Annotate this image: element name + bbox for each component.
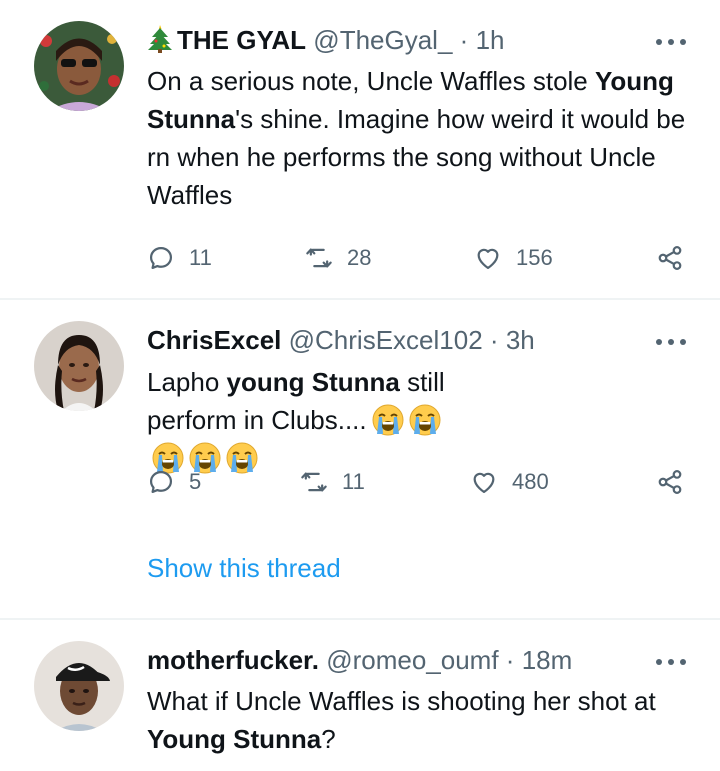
author-name[interactable]: THE GYAL xyxy=(177,25,306,55)
author-name[interactable]: ChrisExcel xyxy=(147,325,281,355)
tweet-header: THE GYAL @TheGyal_ · 1h xyxy=(147,24,504,56)
tweet-actions: 5 11 480 xyxy=(0,462,720,502)
text-segment: ? xyxy=(321,724,336,754)
timestamp[interactable]: 18m xyxy=(522,645,573,675)
separator-dot: · xyxy=(505,645,515,675)
author-handle[interactable]: @romeo_oumf xyxy=(326,645,498,675)
text-segment: On a serious note, Uncle Waffles stole xyxy=(147,66,595,96)
share-icon xyxy=(658,470,682,494)
like-button[interactable]: 480 xyxy=(470,462,549,502)
tweet-text: Lapho young Stunna still perform in Club… xyxy=(147,363,477,477)
avatar[interactable] xyxy=(34,321,124,411)
text-segment: What if Uncle Waffles is shooting her sh… xyxy=(147,686,656,716)
mention-bold: Young Stunna xyxy=(147,724,322,754)
tweet-1[interactable]: THE GYAL @TheGyal_ · 1h On a serious not… xyxy=(0,0,720,298)
tweet-actions: 11 28 156 xyxy=(0,238,720,278)
retweet-button[interactable]: 28 xyxy=(305,238,371,278)
retweet-count: 11 xyxy=(342,469,365,494)
loudly-crying-face-icon xyxy=(409,404,441,436)
reply-count: 11 xyxy=(189,245,212,270)
reply-icon xyxy=(149,246,173,270)
reply-count: 5 xyxy=(189,469,202,494)
timestamp[interactable]: 3h xyxy=(506,325,535,355)
share-icon xyxy=(658,246,682,270)
avatar[interactable] xyxy=(34,641,124,731)
author-handle[interactable]: @TheGyal_ xyxy=(313,25,452,55)
more-icon[interactable] xyxy=(654,656,688,668)
retweet-icon xyxy=(301,472,327,492)
reply-button[interactable]: 11 xyxy=(147,238,212,278)
tweet-2[interactable]: ChrisExcel @ChrisExcel102 · 3h Lapho you… xyxy=(0,300,720,618)
author-handle[interactable]: @ChrisExcel102 xyxy=(289,325,483,355)
reply-icon xyxy=(149,470,173,494)
author-name[interactable]: motherfucker. xyxy=(147,645,319,675)
like-button[interactable]: 156 xyxy=(474,238,553,278)
separator-dot: · xyxy=(489,325,499,355)
heart-icon xyxy=(477,248,499,270)
separator-dot: · xyxy=(459,25,469,55)
mention-bold: young Stunna xyxy=(226,367,400,397)
timestamp[interactable]: 1h xyxy=(476,25,505,55)
share-button[interactable] xyxy=(656,462,698,502)
loudly-crying-face-icon xyxy=(372,404,404,436)
like-count: 156 xyxy=(516,245,553,270)
tweet-header: motherfucker. @romeo_oumf · 18m xyxy=(147,644,572,676)
christmas-tree-icon xyxy=(147,25,173,53)
reply-button[interactable]: 5 xyxy=(147,462,201,502)
like-count: 480 xyxy=(512,469,549,494)
retweet-count: 28 xyxy=(347,245,372,270)
more-icon[interactable] xyxy=(654,36,688,48)
tweet-text: On a serious note, Uncle Waffles stole Y… xyxy=(147,62,687,214)
share-button[interactable] xyxy=(656,238,698,278)
show-thread-link[interactable]: Show this thread xyxy=(147,553,341,584)
more-icon[interactable] xyxy=(654,336,688,348)
tweet-3[interactable]: motherfucker. @romeo_oumf · 18m What if … xyxy=(0,620,720,771)
text-segment: Lapho xyxy=(147,367,227,397)
avatar[interactable] xyxy=(34,21,124,111)
tweet-text: What if Uncle Waffles is shooting her sh… xyxy=(147,682,687,758)
retweet-button[interactable]: 11 xyxy=(300,462,365,502)
tweet-header: ChrisExcel @ChrisExcel102 · 3h xyxy=(147,324,535,356)
heart-icon xyxy=(473,472,495,494)
retweet-icon xyxy=(306,248,332,268)
